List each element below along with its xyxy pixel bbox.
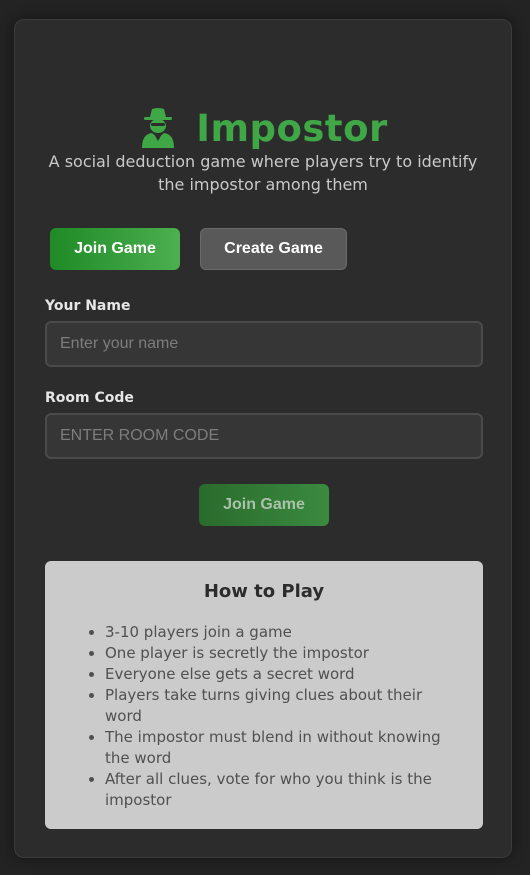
name-label: Your Name	[45, 298, 131, 314]
room-code-label: Room Code	[45, 390, 134, 406]
game-card: Impostor A social deduction game where p…	[14, 19, 512, 858]
app-title: Impostor	[196, 106, 388, 150]
how-to-play-title: How to Play	[203, 581, 325, 602]
rule-item: 3-10 players join a game	[105, 622, 463, 643]
spy-icon	[142, 108, 175, 148]
how-to-play-panel: How to Play 3-10 players join a game One…	[45, 561, 483, 829]
rules-list: 3-10 players join a game One player is s…	[85, 622, 463, 811]
join-game-tab[interactable]: Join Game	[50, 228, 180, 270]
name-input[interactable]	[45, 321, 483, 367]
rule-item: After all clues, vote for who you think …	[105, 769, 463, 811]
room-code-input[interactable]	[45, 413, 483, 459]
rule-item: One player is secretly the impostor	[105, 643, 463, 664]
join-game-submit-button[interactable]: Join Game	[199, 484, 329, 526]
create-game-tab[interactable]: Create Game	[200, 228, 347, 270]
rule-item: Everyone else gets a secret word	[105, 664, 463, 685]
rule-item: Players take turns giving clues about th…	[105, 685, 463, 727]
app-subtitle: A social deduction game where players tr…	[48, 152, 478, 194]
title-row: Impostor	[15, 100, 511, 156]
rule-item: The impostor must blend in without knowi…	[105, 727, 463, 769]
